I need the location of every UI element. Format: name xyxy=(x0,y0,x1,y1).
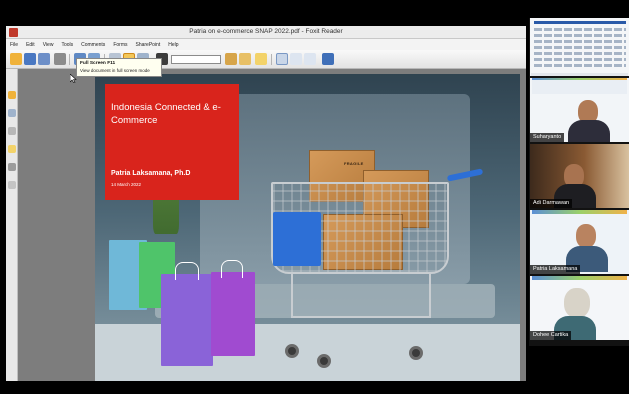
participant-name: Dohee Cartika xyxy=(530,331,572,340)
menu-forms[interactable]: Forms xyxy=(113,42,127,48)
left-navigation-rail xyxy=(6,69,18,381)
thumbnail-row xyxy=(534,46,626,49)
toolbar-separator xyxy=(271,54,272,65)
menu-comments[interactable]: Comments xyxy=(81,42,105,48)
menu-help[interactable]: Help xyxy=(168,42,178,48)
open-icon[interactable] xyxy=(10,53,22,65)
thumbnail-row xyxy=(534,58,626,61)
video-conference-panel: Suharyanto Adi Darmawan Patria Laksamana… xyxy=(529,18,629,346)
participant-tile[interactable]: Adi Darmawan xyxy=(530,144,629,208)
save-icon[interactable] xyxy=(24,53,36,65)
shopping-bag-purple xyxy=(161,274,213,366)
select-icon[interactable] xyxy=(290,53,302,65)
tooltip-description: View document in full screen mode xyxy=(80,68,150,73)
slide-title-box: Indonesia Connected & e-Commerce Patria … xyxy=(105,84,239,200)
menu-view[interactable]: View xyxy=(43,42,54,48)
cart-wheel xyxy=(285,344,299,358)
menu-sharepoint[interactable]: SharePoint xyxy=(135,42,160,48)
shopping-cart-blue-panel xyxy=(273,212,321,266)
participant-name: Patria Laksamana xyxy=(530,265,581,274)
slide-title: Indonesia Connected & e-Commerce xyxy=(111,102,221,126)
virtual-background-strip xyxy=(532,210,627,214)
shared-document-thumbnail[interactable] xyxy=(530,18,629,76)
print-icon[interactable] xyxy=(54,53,66,65)
cart-wheel xyxy=(409,346,423,360)
slide-date: 14 March 2022 xyxy=(111,182,142,187)
find-previous-icon[interactable] xyxy=(225,53,237,65)
attachments-icon[interactable] xyxy=(8,163,16,171)
tooltip-title: Full Screen F11 xyxy=(80,61,116,66)
participant-body xyxy=(568,120,610,142)
virtual-background-strip xyxy=(532,276,627,280)
cart-wheel xyxy=(317,354,331,368)
thumbnail-row xyxy=(534,40,626,43)
signatures-icon[interactable] xyxy=(8,181,16,189)
menu-bar: File Edit View Tools Comments Forms Shar… xyxy=(6,39,526,50)
find-input[interactable] xyxy=(171,55,221,64)
thumbnail-header xyxy=(534,21,626,24)
save-as-icon[interactable] xyxy=(38,53,50,65)
full-screen-tooltip: Full Screen F11 View document in full sc… xyxy=(76,58,162,77)
participant-face xyxy=(576,224,596,248)
zoom-icon[interactable] xyxy=(304,53,316,65)
shopping-bag-violet xyxy=(211,272,255,356)
thumbnail-row xyxy=(534,64,626,67)
fit-page-icon[interactable] xyxy=(322,53,334,65)
title-bar: Patria on e-commerce SNAP 2022.pdf - Fox… xyxy=(6,26,526,39)
comment-icon[interactable] xyxy=(255,53,267,65)
virtual-background-banner xyxy=(532,80,627,94)
participant-tile[interactable]: Patria Laksamana xyxy=(530,210,629,274)
fragile-label: FRAGILE xyxy=(344,161,364,166)
bag-handle xyxy=(175,262,199,280)
participant-tile[interactable]: Dohee Cartika xyxy=(530,276,629,340)
find-next-icon[interactable] xyxy=(239,53,251,65)
thumbnail-row xyxy=(534,34,626,37)
bag-handle xyxy=(221,260,243,278)
thumbnail-row xyxy=(534,52,626,55)
layers-icon[interactable] xyxy=(8,127,16,135)
desk-surface xyxy=(95,324,520,381)
participant-name: Suharyanto xyxy=(530,133,565,142)
shopping-cart-frame xyxy=(291,274,431,318)
toolbar-separator xyxy=(69,54,70,65)
pages-icon[interactable] xyxy=(8,109,16,117)
thumbnail-footer xyxy=(531,73,628,76)
bookmark-icon[interactable] xyxy=(8,91,16,99)
menu-file[interactable]: File xyxy=(10,42,18,48)
participant-name: Adi Darmawan xyxy=(530,199,573,208)
menu-tools[interactable]: Tools xyxy=(61,42,73,48)
participant-tile[interactable]: Suharyanto xyxy=(530,78,629,142)
presentation-slide: Indonesia Connected & e-Commerce Patria … xyxy=(95,74,520,381)
slide-author: Patria Laksamana, Ph.D xyxy=(111,170,191,177)
comments-panel-icon[interactable] xyxy=(8,145,16,153)
thumbnail-row xyxy=(534,28,626,31)
mouse-cursor-icon xyxy=(70,74,77,83)
hand-icon[interactable] xyxy=(276,53,288,65)
participant-face xyxy=(564,288,590,318)
window-title: Patria on e-commerce SNAP 2022.pdf - Fox… xyxy=(189,28,343,35)
menu-edit[interactable]: Edit xyxy=(26,42,35,48)
